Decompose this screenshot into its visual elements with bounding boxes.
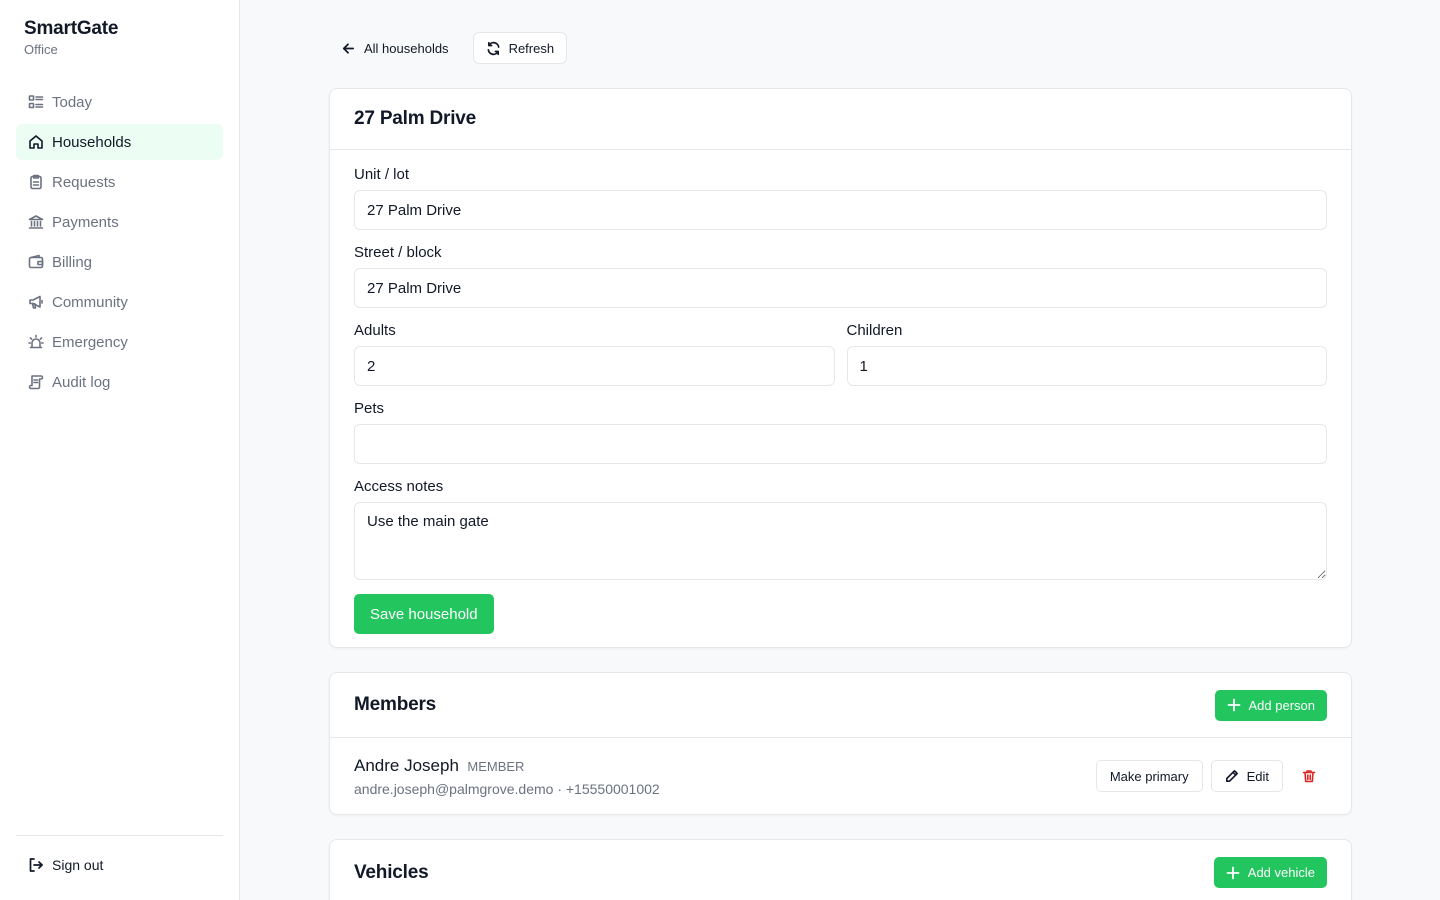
edit-member-button[interactable]: Edit (1210, 760, 1283, 792)
sidebar-item-label: Requests (52, 173, 116, 191)
access-notes-textarea[interactable]: Use the main gate (354, 502, 1327, 580)
add-vehicle-label: Add vehicle (1247, 865, 1315, 880)
pencil-icon (1225, 770, 1238, 782)
sidebar-item-label: Billing (52, 253, 93, 271)
sidebar-item-community[interactable]: Community (16, 284, 223, 320)
adults-label: Adults (354, 322, 396, 339)
members-card-header: Members Add person (330, 673, 1351, 738)
sign-out-button[interactable]: Sign out (28, 857, 103, 873)
sidebar-item-label: Today (52, 93, 93, 111)
sign-out-label: Sign out (52, 857, 104, 873)
members-card: Members Add person Andre Joseph MEMBER a… (329, 672, 1352, 815)
add-person-label: Add person (1248, 697, 1316, 713)
household-card-header: 27 Palm Drive (330, 89, 1351, 150)
add-vehicle-button[interactable]: Add vehicle (1213, 857, 1327, 888)
back-label: All households (364, 40, 449, 56)
sidebar-item-label: Community (52, 293, 128, 311)
siren-icon (28, 334, 44, 350)
delete-member-button[interactable] (1291, 760, 1327, 792)
megaphone-icon (28, 294, 44, 310)
sidebar-item-payments[interactable]: Payments (16, 204, 223, 240)
access-notes-label: Access notes (354, 478, 444, 495)
wallet-icon (28, 254, 44, 270)
home-icon (28, 134, 44, 150)
refresh-button[interactable]: Refresh (472, 32, 568, 64)
clipboard-icon (28, 174, 44, 190)
sidebar-divider (16, 835, 223, 836)
street-label: Street / block (354, 244, 442, 261)
household-form: Unit / lot Street / block Adults Childre… (330, 150, 1351, 650)
scroll-icon (28, 374, 44, 390)
sidebar-item-audit-log[interactable]: Audit log (16, 364, 223, 400)
plus-icon (1227, 698, 1240, 712)
edit-label: Edit (1246, 768, 1269, 784)
children-field: Children (846, 322, 1327, 400)
sidebar-item-label: Audit log (52, 373, 111, 391)
top-bar: All households Refresh (329, 32, 568, 64)
plus-icon (1226, 866, 1240, 879)
sidebar-item-label: Payments (52, 213, 119, 231)
member-contact: andre.joseph@palmgrove.demo · +155500010… (354, 780, 660, 797)
street-input[interactable] (354, 268, 1327, 308)
logout-icon (29, 858, 43, 872)
vehicles-card-header: Vehicles Add vehicle (330, 840, 1351, 900)
app-name: SmartGate (24, 18, 119, 39)
make-primary-button[interactable]: Make primary (1095, 760, 1203, 792)
members-title: Members (354, 694, 437, 715)
adults-field: Adults (354, 322, 835, 400)
save-household-button[interactable]: Save household (354, 594, 494, 634)
refresh-icon (487, 41, 500, 55)
children-input[interactable] (846, 346, 1327, 386)
sidebar-item-label: Emergency (52, 333, 128, 351)
refresh-label: Refresh (508, 40, 555, 56)
trash-icon (1302, 770, 1316, 783)
pets-label: Pets (354, 400, 385, 417)
household-card: 27 Palm Drive Unit / lot Street / block … (329, 88, 1352, 648)
list-item: Andre Joseph MEMBER andre.joseph@palmgro… (330, 738, 1351, 814)
member-name: Andre Joseph (354, 755, 459, 775)
sidebar-item-emergency[interactable]: Emergency (16, 324, 223, 360)
member-actions: Make primary Edit (1095, 760, 1327, 792)
member-role-badge: MEMBER (467, 758, 525, 774)
add-person-button[interactable]: Add person (1214, 689, 1327, 721)
occupants-row: Adults Children (354, 322, 1327, 400)
bank-icon (28, 214, 44, 230)
unit-label: Unit / lot (354, 166, 410, 183)
sidebar: SmartGate Office Today Households Reques… (0, 0, 240, 900)
pets-input[interactable] (354, 424, 1327, 464)
app-subtitle: Office (24, 42, 58, 57)
sidebar-item-households[interactable]: Households (16, 124, 223, 160)
children-label: Children (846, 322, 903, 339)
back-to-households-link[interactable]: All households (329, 32, 461, 64)
brand: SmartGate Office (24, 18, 118, 57)
arrow-left-icon (342, 42, 355, 54)
sidebar-item-requests[interactable]: Requests (16, 164, 223, 200)
sidebar-nav: Today Households Requests Payments Billi… (16, 84, 223, 404)
sidebar-item-billing[interactable]: Billing (16, 244, 223, 280)
sidebar-item-label: Households (52, 133, 132, 151)
list-icon (28, 94, 44, 110)
vehicles-title: Vehicles (354, 861, 429, 883)
unit-input[interactable] (354, 190, 1327, 230)
household-title: 27 Palm Drive (354, 108, 477, 129)
vehicles-card: Vehicles Add vehicle (329, 839, 1352, 900)
adults-input[interactable] (354, 346, 835, 386)
member-info: Andre Joseph MEMBER andre.joseph@palmgro… (354, 756, 660, 797)
sidebar-item-today[interactable]: Today (16, 84, 223, 120)
